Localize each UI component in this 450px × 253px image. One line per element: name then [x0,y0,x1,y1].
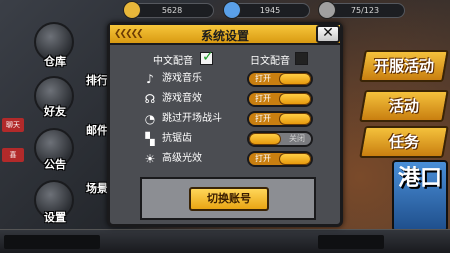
coin-value: 5628 [161,6,183,15]
option-label-antialias: 抗锯齿 [162,133,192,144]
sfx-toggle-text: 打开 [255,94,271,103]
scene-label[interactable]: 场景 [86,180,108,196]
launch-event-button[interactable]: 开服活动 [359,50,449,82]
option-label-lighting: 高级光效 [162,153,202,164]
settings-dialog: ❮❮❮❮❮ 系统设置 ✕ 中文配音 日文配音 ♪ 游戏音乐 打开 ☊ 游戏音效 … [107,22,343,227]
account-panel: 切换账号 [140,177,316,220]
lighting-toggle-text: 打开 [255,154,271,163]
ranking-label[interactable]: 排行 [86,72,108,88]
coin-icon [123,1,141,19]
skip-icon: ◔ [144,112,156,126]
sun-icon: ☀ [144,152,156,166]
coin-counter: 5628 [123,1,214,19]
notice-label: 公告 [44,158,66,171]
chat-box[interactable] [4,235,100,249]
event-button[interactable]: 活动 [359,90,449,122]
switch-account-button[interactable]: 切换账号 [189,187,269,211]
music-note-icon: ♪ [146,72,154,86]
event-tag[interactable]: 喜 [2,148,24,162]
gem-value: 1945 [259,6,281,15]
mail-label[interactable]: 邮件 [86,122,108,138]
gem-icon [223,1,241,19]
energy-counter: 75/123 [318,1,405,19]
energy-value: 75/123 [350,6,380,15]
task-button[interactable]: 任务 [359,126,449,158]
event-label: 活动 [388,97,419,115]
chinese-voice-label: 中文配音 [153,56,193,67]
warehouse-label: 仓库 [44,55,66,68]
music-toggle[interactable]: 打开 [247,71,313,87]
sfx-toggle[interactable]: 打开 [247,91,313,107]
skip-battle-toggle[interactable]: 打开 [247,111,313,127]
lighting-toggle[interactable]: 打开 [247,151,313,167]
settings-label: 设置 [44,211,66,224]
japanese-voice-label: 日文配音 [250,56,290,67]
antialias-toggle-text: 关闭 [289,134,305,143]
resource-bar: 5628 1945 75/123 [0,0,450,22]
friends-label: 好友 [44,105,66,118]
gem-counter: 1945 [223,1,310,19]
toggle-knob [279,73,311,85]
headphones-icon: ☊ [144,92,156,106]
energy-icon [318,1,336,19]
japanese-voice-checkbox[interactable] [295,52,308,65]
skip-battle-toggle-text: 打开 [255,114,271,123]
toggle-knob [279,113,311,125]
toggle-knob [279,93,311,105]
task-label: 任务 [388,133,419,151]
chinese-voice-checkbox[interactable] [200,49,214,65]
option-label-music: 游戏音乐 [162,73,202,84]
port-label: 港口 [397,166,442,191]
close-button[interactable]: ✕ [316,25,340,43]
chat-tag[interactable]: 聊天 [2,118,24,132]
toggle-knob [249,133,281,145]
port-button[interactable]: 港口 [392,160,448,232]
option-label-sfx: 游戏音效 [162,93,202,104]
bottom-info-box [318,235,384,249]
option-label-skip-battle: 跳过开场战斗 [162,113,222,124]
toggle-knob [279,153,311,165]
antialias-icon: ▚ [145,132,155,146]
bottom-bar [0,229,450,253]
dialog-title: 系统设置 [200,29,249,43]
launch-event-label: 开服活动 [373,57,434,75]
antialias-toggle[interactable]: 关闭 [247,131,313,147]
dialog-header: ❮❮❮❮❮ 系统设置 ✕ [110,25,340,45]
music-toggle-text: 打开 [255,74,271,83]
